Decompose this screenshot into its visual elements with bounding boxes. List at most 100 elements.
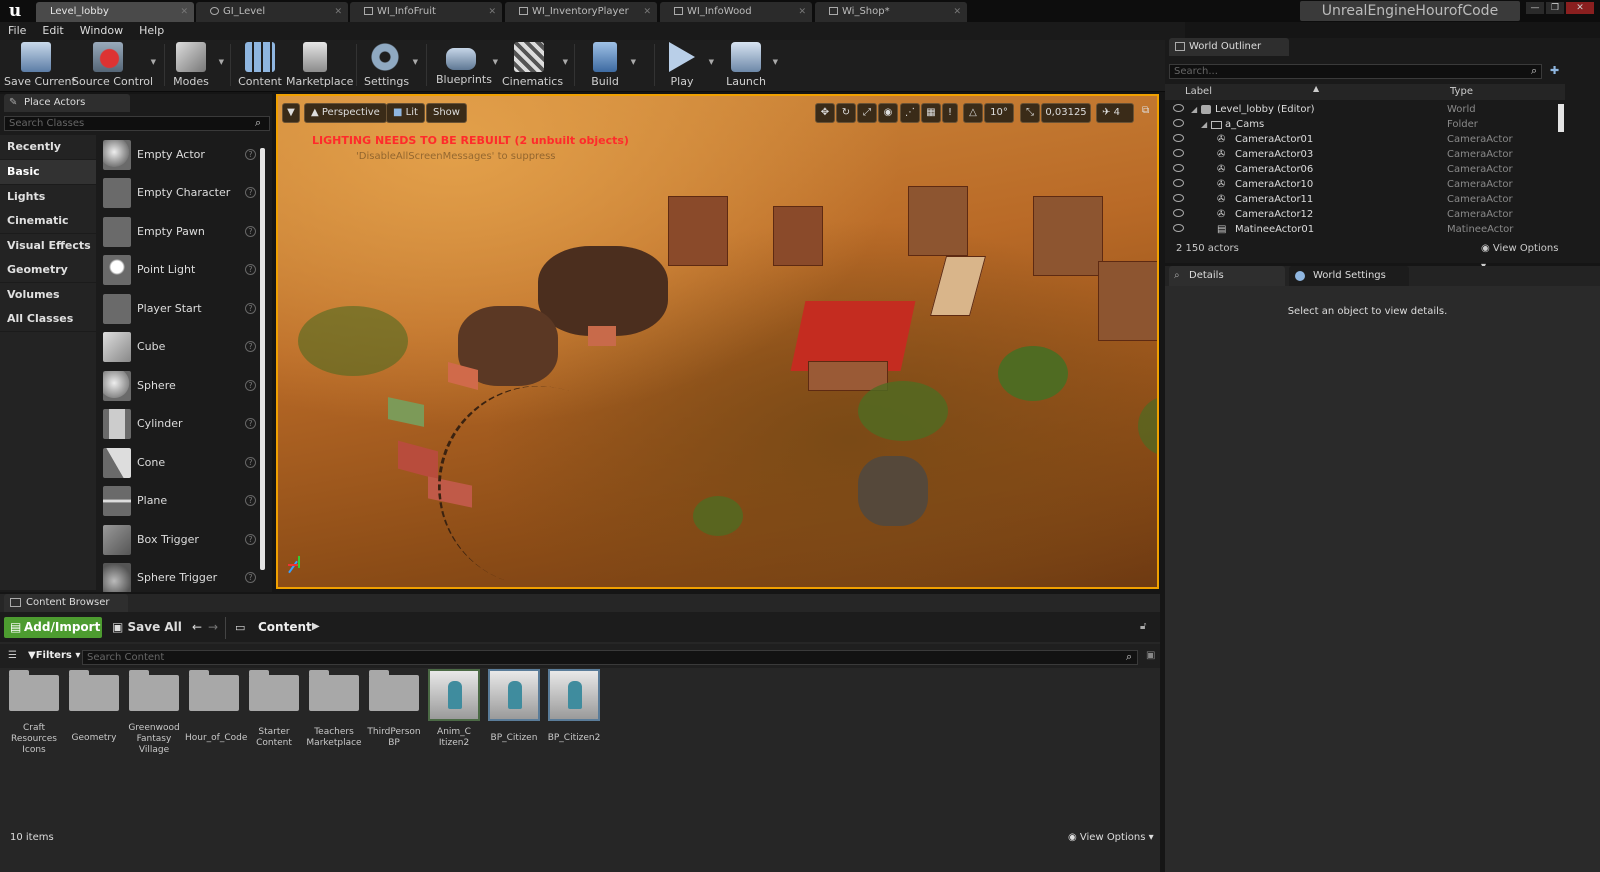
folder-item[interactable]: Teachers Marketplace	[305, 669, 363, 749]
asset-item[interactable]: BP_Citizen	[485, 669, 543, 744]
rotation-snap-icon[interactable]: △	[963, 103, 983, 123]
outliner-search-input[interactable]: Search...	[1169, 64, 1542, 79]
category-visual-effects[interactable]: Visual Effects	[0, 234, 96, 258]
category-volumes[interactable]: Volumes	[0, 283, 96, 307]
asset-item[interactable]: BP_Citizen2	[545, 669, 603, 744]
tab-wi-inventoryplayer[interactable]: WI_InventoryPlayer ✕	[505, 2, 657, 22]
actor-point-light[interactable]: Point Light?	[100, 253, 258, 291]
close-icon[interactable]: ✕	[488, 2, 496, 22]
chevron-down-icon[interactable]: ▼	[219, 58, 224, 66]
folder-item[interactable]: Hour_of_Code	[185, 669, 247, 744]
forward-arrow-icon[interactable]: →	[208, 620, 218, 634]
menu-edit[interactable]: Edit	[34, 22, 71, 40]
chevron-down-icon[interactable]: ▼	[709, 58, 714, 66]
translate-tool-button[interactable]: ✥	[815, 103, 835, 123]
eye-icon[interactable]	[1173, 149, 1184, 157]
close-icon[interactable]: ✕	[334, 2, 342, 22]
eye-icon[interactable]	[1173, 194, 1184, 202]
actor-sphere[interactable]: Sphere?	[100, 369, 258, 407]
category-lights[interactable]: Lights	[0, 185, 96, 209]
modes-button[interactable]: Modes ▼	[170, 42, 224, 90]
chevron-down-icon[interactable]: ▼	[151, 58, 156, 66]
add-import-button[interactable]: ▤Add/Import ▾	[4, 617, 102, 655]
actor-plane[interactable]: Plane?	[100, 484, 258, 522]
actor-cone[interactable]: Cone?	[100, 446, 258, 484]
eye-icon[interactable]	[1173, 164, 1184, 172]
world-outliner-tab[interactable]: World Outliner	[1169, 38, 1289, 56]
eye-icon[interactable]	[1173, 119, 1184, 127]
close-window-button[interactable]: ✕	[1566, 2, 1594, 14]
expand-arrow-icon[interactable]: ◢	[1191, 102, 1197, 117]
scale-snap-value[interactable]: 0,03125	[1041, 103, 1091, 123]
surface-snap-icon[interactable]: ⋰	[900, 103, 920, 123]
menu-window[interactable]: Window	[72, 22, 131, 40]
lit-button[interactable]: ■ Lit	[386, 103, 425, 123]
asset-item[interactable]: Anim_C Itizen2	[425, 669, 483, 749]
help-icon[interactable]: ?	[245, 149, 256, 160]
sort-up-icon[interactable]: ▲	[1313, 84, 1319, 93]
content-button[interactable]: Content	[238, 42, 282, 90]
actor-cube[interactable]: Cube?	[100, 330, 258, 368]
folder-item[interactable]: Starter Content	[245, 669, 303, 749]
rotate-tool-button[interactable]: ↻	[836, 103, 856, 123]
help-icon[interactable]: ?	[245, 572, 256, 583]
scale-snap-icon[interactable]: ⤡	[1020, 103, 1040, 123]
category-cinematic[interactable]: Cinematic	[0, 209, 96, 233]
eye-icon[interactable]	[1173, 209, 1184, 217]
build-button[interactable]: Build ▼	[586, 42, 636, 90]
actor-empty-character[interactable]: Empty Character?	[100, 176, 258, 214]
lock-icon[interactable]: 🔓︎	[1140, 621, 1146, 632]
actor-box-trigger[interactable]: Box Trigger?	[100, 523, 258, 561]
folder-item[interactable]: Geometry	[65, 669, 123, 744]
tab-wi-infofruit[interactable]: WI_InfoFruit ✕	[350, 2, 502, 22]
tab-wi-shop[interactable]: Wi_Shop* ✕	[815, 2, 967, 22]
breadcrumb-content[interactable]: Content	[258, 620, 312, 634]
help-icon[interactable]: ?	[245, 341, 256, 352]
eye-icon[interactable]	[1173, 224, 1184, 232]
tab-level-lobby[interactable]: Level_lobby ✕	[36, 2, 194, 22]
actor-empty-pawn[interactable]: Empty Pawn?	[100, 215, 258, 253]
save-all-button[interactable]: ▣ Save All	[112, 620, 182, 634]
cinematics-button[interactable]: Cinematics ▼	[502, 42, 568, 90]
sources-toggle-icon[interactable]: ☰	[8, 650, 17, 661]
breadcrumb-arrow-icon[interactable]: ▶	[312, 621, 320, 632]
chevron-down-icon[interactable]: ▼	[563, 58, 568, 66]
maximize-viewport-icon[interactable]: ⧉	[1142, 105, 1149, 116]
folder-item[interactable]: Greenwood Fantasy Village	[125, 669, 183, 756]
camera-speed-button[interactable]: ✈ 4	[1096, 103, 1134, 123]
level-viewport[interactable]: ▼ ▲ Perspective ■ Lit Show ✥ ↻ ⤢ ◉ ⋰ ▦ !…	[276, 94, 1159, 589]
actor-player-start[interactable]: Player Start?	[100, 292, 258, 330]
help-icon[interactable]: ?	[245, 534, 256, 545]
help-icon[interactable]: ?	[245, 495, 256, 506]
add-folder-icon[interactable]: ✚	[1550, 64, 1559, 77]
expand-arrow-icon[interactable]: ◢	[1201, 117, 1207, 132]
grid-snap-icon[interactable]: ▦	[921, 103, 941, 123]
actor-sphere-trigger[interactable]: Sphere Trigger?	[100, 561, 258, 592]
scale-tool-button[interactable]: ⤢	[857, 103, 877, 123]
outliner-scrollbar[interactable]	[1558, 104, 1564, 132]
help-icon[interactable]: ?	[245, 226, 256, 237]
save-current-button[interactable]: Save Current	[4, 42, 76, 90]
actor-empty-actor[interactable]: Empty Actor?	[100, 138, 258, 176]
perspective-button[interactable]: ▲ Perspective	[304, 103, 387, 123]
play-button[interactable]: Play ▼	[662, 42, 714, 90]
show-button[interactable]: Show	[426, 103, 467, 123]
settings-button[interactable]: Settings ▼	[364, 42, 418, 90]
chevron-down-icon[interactable]: ▼	[493, 58, 498, 66]
filters-button[interactable]: ▼Filters ▾	[28, 650, 80, 661]
place-actors-tab[interactable]: ✎ Place Actors	[4, 94, 130, 112]
outliner-row-camera[interactable]: ✇ CameraActor01 CameraActor	[1165, 132, 1565, 147]
launch-button[interactable]: Launch ▼	[726, 42, 778, 90]
outliner-row-world[interactable]: ◢ Level_lobby (Editor) World	[1165, 102, 1565, 117]
category-basic[interactable]: Basic	[0, 160, 96, 184]
source-control-button[interactable]: Source Control ▼	[72, 42, 156, 90]
details-tab[interactable]: ⌕ Details	[1169, 266, 1285, 286]
outliner-row-camera[interactable]: ✇ CameraActor06 CameraActor	[1165, 162, 1565, 177]
world-local-icon[interactable]: ◉	[878, 103, 898, 123]
help-icon[interactable]: ?	[245, 380, 256, 391]
blueprints-button[interactable]: Blueprints ▼	[436, 42, 498, 90]
help-icon[interactable]: ?	[245, 303, 256, 314]
content-browser-tab[interactable]: Content Browser	[4, 594, 128, 612]
search-icon[interactable]: ⌕	[255, 116, 261, 130]
viewport-options-button[interactable]: ▼	[282, 103, 300, 123]
